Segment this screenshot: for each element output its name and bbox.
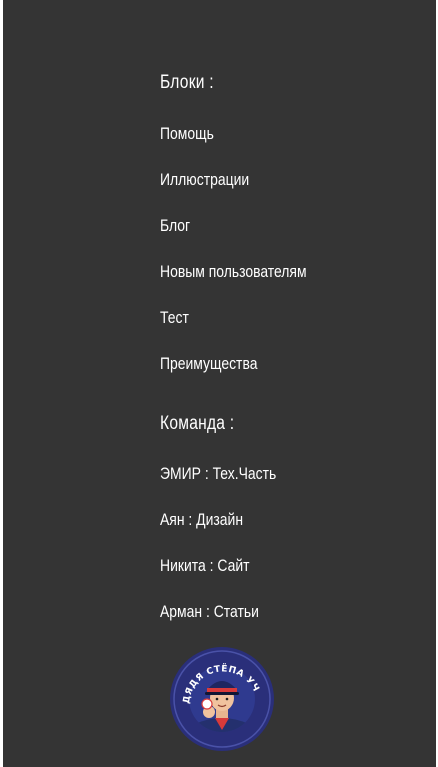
blocks-link-test[interactable]: Тест — [160, 308, 189, 328]
blocks-link-illustrations[interactable]: Иллюстрации — [160, 170, 249, 190]
blocks-link-advantages[interactable]: Преимущества — [160, 354, 257, 374]
team-member-nikita: Никита : Сайт — [160, 556, 250, 575]
blocks-link-blog[interactable]: Блог — [160, 216, 190, 236]
blocks-heading: Блоки : — [160, 72, 214, 93]
uncle-styopa-logo-icon: ДЯДЯ СТЁПА УЧИТ ПДД — [165, 639, 275, 752]
team-member-emir: ЭМИР : Тех.Часть — [160, 464, 277, 483]
team-member-ayan: Аян : Дизайн — [160, 510, 244, 529]
blocks-link-new-users[interactable]: Новым пользователям — [160, 262, 307, 282]
team-heading: Команда : — [160, 413, 235, 434]
blocks-link-help[interactable]: Помощь — [160, 124, 214, 144]
footer-panel: Блоки : Помощь Иллюстрации Блог Новым по… — [3, 0, 436, 767]
team-member-arman: Арман : Статьи — [160, 602, 259, 621]
